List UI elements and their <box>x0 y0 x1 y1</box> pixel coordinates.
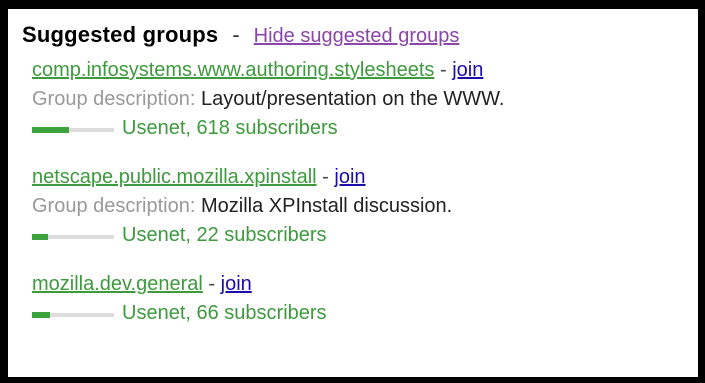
group-item: netscape.public.mozilla.xpinstall - join… <box>32 163 698 250</box>
group-stats: Usenet, 22 subscribers <box>122 224 327 246</box>
suggested-groups-panel: Suggested groups - Hide suggested groups… <box>8 9 698 377</box>
group-item: comp.infosystems.www.authoring.styleshee… <box>32 56 698 143</box>
group-name-link[interactable]: mozilla.dev.general <box>32 273 203 295</box>
group-description-label: Group description: <box>32 88 196 110</box>
activity-bar <box>32 312 114 318</box>
group-item: mozilla.dev.general - join Usenet, 66 su… <box>32 270 698 328</box>
activity-bar-fill <box>32 312 51 318</box>
group-description: Layout/presentation on the WWW. <box>200 88 505 110</box>
activity-bar-fill <box>32 234 49 240</box>
group-separator: - <box>322 166 329 188</box>
group-stats: Usenet, 66 subscribers <box>122 302 327 324</box>
group-description: Mozilla XPInstall discussion. <box>200 195 453 217</box>
group-description-label: Group description: <box>32 195 196 217</box>
suggested-groups-title: Suggested groups <box>22 22 219 47</box>
group-stats: Usenet, 618 subscribers <box>122 117 338 139</box>
group-separator: - <box>439 59 447 81</box>
activity-bar <box>32 127 114 133</box>
suggested-groups-header: Suggested groups - Hide suggested groups <box>22 22 698 56</box>
group-separator: - <box>208 273 216 295</box>
header-separator: - <box>232 22 240 47</box>
activity-bar <box>32 234 114 240</box>
join-link[interactable]: join <box>221 273 252 295</box>
group-name-link[interactable]: comp.infosystems.www.authoring.styleshee… <box>32 59 434 81</box>
activity-bar-fill <box>32 127 69 133</box>
group-name-link[interactable]: netscape.public.mozilla.xpinstall <box>32 166 317 188</box>
hide-suggested-groups-link[interactable]: Hide suggested groups <box>254 25 460 48</box>
join-link[interactable]: join <box>334 166 365 188</box>
join-link[interactable]: join <box>452 59 483 81</box>
